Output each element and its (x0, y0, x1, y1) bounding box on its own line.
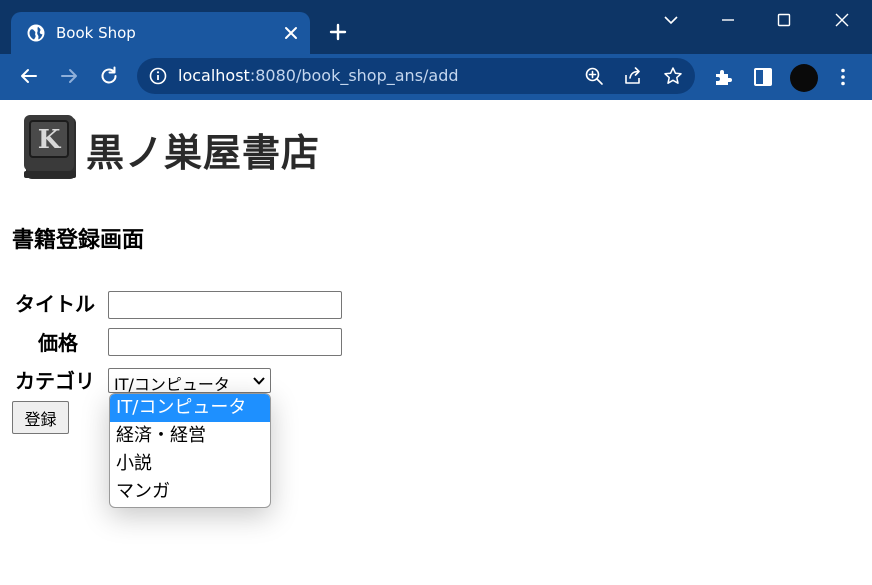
price-label: 価格 (38, 331, 78, 355)
zoom-icon[interactable] (584, 66, 604, 86)
category-selected-value: IT/コンピュータ (114, 375, 230, 394)
price-input[interactable] (108, 328, 342, 356)
plus-icon[interactable] (326, 20, 350, 44)
menu-icon[interactable] (832, 66, 854, 88)
browser-tab[interactable]: Book Shop (11, 12, 310, 54)
url-path: :8080/book_shop_ans/add (249, 66, 459, 85)
logo-text: 黒ノ巣屋書店 (86, 131, 321, 175)
info-icon[interactable] (149, 67, 167, 85)
logo-letter: K (38, 125, 62, 155)
title-input[interactable] (108, 291, 342, 319)
category-select[interactable]: IT/コンピュータ (108, 368, 271, 394)
chevron-down-icon (253, 377, 265, 385)
profile-avatar[interactable] (790, 64, 818, 92)
category-dropdown-list: IT/コンピュータ 経済・経営 小説 マンガ (109, 393, 271, 508)
dropdown-option[interactable]: 経済・経営 (110, 422, 270, 450)
forward-arrow-icon[interactable] (57, 64, 81, 88)
url-host: localhost (178, 66, 250, 85)
chevron-down-icon[interactable] (659, 8, 683, 32)
dropdown-option[interactable]: IT/コンピュータ (110, 394, 270, 422)
page-content: K 黒ノ巣屋書店 書籍登録画面 タイトル 価格 カテゴリ IT/コンピュータ 登… (0, 100, 872, 585)
share-icon[interactable] (623, 66, 643, 86)
category-label: カテゴリ (15, 369, 95, 393)
url-text[interactable]: localhost:8080/book_shop_ans/add (178, 66, 459, 85)
back-arrow-icon[interactable] (17, 64, 41, 88)
dropdown-option[interactable]: 小説 (110, 450, 270, 478)
book-logo-icon: K (24, 115, 76, 179)
browser-titlebar: Book Shop (0, 0, 872, 54)
maximize-icon[interactable] (772, 8, 796, 32)
site-logo[interactable]: K 黒ノ巣屋書店 (22, 114, 352, 182)
star-icon[interactable] (663, 66, 683, 86)
title-label: タイトル (15, 292, 95, 316)
address-bar[interactable]: localhost:8080/book_shop_ans/add (137, 58, 695, 94)
reload-icon[interactable] (97, 64, 121, 88)
minimize-icon[interactable] (716, 8, 740, 32)
register-button[interactable]: 登録 (12, 401, 69, 434)
globe-icon (27, 24, 45, 42)
browser-toolbar: localhost:8080/book_shop_ans/add (0, 54, 872, 100)
extensions-icon[interactable] (712, 66, 734, 88)
page-title: 書籍登録画面 (12, 228, 145, 253)
window-close-icon[interactable] (830, 8, 854, 32)
tab-title: Book Shop (56, 24, 136, 42)
close-icon[interactable] (281, 23, 301, 43)
dropdown-option[interactable]: マンガ (110, 478, 270, 506)
side-panel-icon[interactable] (752, 66, 774, 88)
